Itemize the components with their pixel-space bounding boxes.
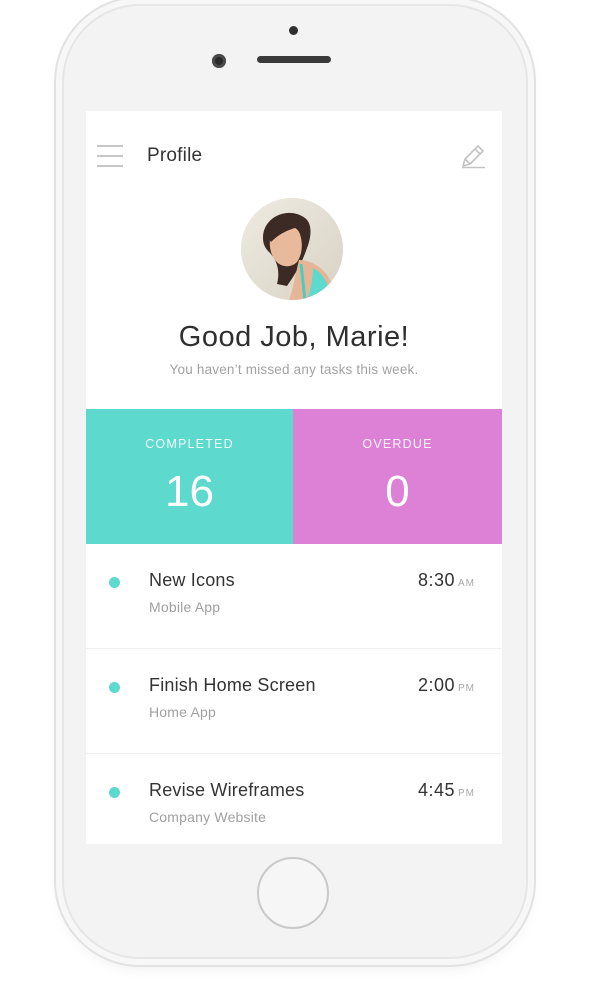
- mute-switch: [56, 122, 61, 158]
- task-title: Finish Home Screen: [149, 675, 316, 695]
- task-project: Company Website: [149, 809, 267, 825]
- task-item[interactable]: Finish Home Screen Home App 2:00 PM: [86, 649, 502, 754]
- task-time-value: 4:45: [417, 780, 455, 800]
- task-time-period: PM: [458, 788, 475, 799]
- task-item[interactable]: New Icons Mobile App 8:30 AM: [86, 544, 502, 649]
- task-time-period: AM: [458, 578, 475, 589]
- overdue-count: 0: [385, 467, 410, 516]
- completed-stat-card[interactable]: COMPLETED 16: [86, 409, 293, 544]
- task-status-dot-icon: [109, 787, 120, 798]
- task-time: 4:45 PM: [418, 780, 475, 801]
- completed-count: 16: [165, 467, 214, 516]
- task-time-value: 8:30: [417, 570, 455, 590]
- hamburger-menu-icon[interactable]: [97, 145, 123, 167]
- volume-up-button: [56, 204, 61, 272]
- overdue-stat-card[interactable]: OVERDUE 0: [293, 409, 502, 544]
- volume-down-button: [56, 292, 61, 360]
- header-bar: Profile: [86, 111, 502, 191]
- task-time-value: 2:00: [417, 675, 455, 695]
- task-time: 2:00 PM: [418, 675, 475, 696]
- task-time-period: PM: [458, 683, 475, 694]
- task-item[interactable]: Revise Wireframes Company Website 4:45 PM: [86, 754, 502, 844]
- completed-label: COMPLETED: [145, 437, 234, 451]
- proximity-sensor: [289, 26, 298, 35]
- task-status-dot-icon: [109, 682, 120, 693]
- page-title: Profile: [147, 145, 203, 166]
- front-camera-icon: [212, 54, 226, 68]
- task-title: Revise Wireframes: [149, 780, 305, 800]
- task-title: New Icons: [149, 570, 235, 590]
- app-screen: Profile Good Job, Marie! You haven’t mis…: [86, 111, 502, 844]
- earpiece-speaker: [257, 56, 331, 63]
- task-project: Mobile App: [149, 599, 221, 615]
- avatar[interactable]: [241, 198, 343, 300]
- pencil-edit-icon[interactable]: [459, 142, 487, 170]
- overdue-label: OVERDUE: [362, 437, 433, 451]
- task-status-dot-icon: [109, 577, 120, 588]
- home-button[interactable]: [257, 857, 329, 929]
- task-project: Home App: [149, 704, 216, 720]
- greeting-subtitle: You haven’t missed any tasks this week.: [169, 362, 419, 377]
- task-time: 8:30 AM: [418, 570, 475, 591]
- greeting-heading: Good Job, Marie!: [178, 321, 410, 353]
